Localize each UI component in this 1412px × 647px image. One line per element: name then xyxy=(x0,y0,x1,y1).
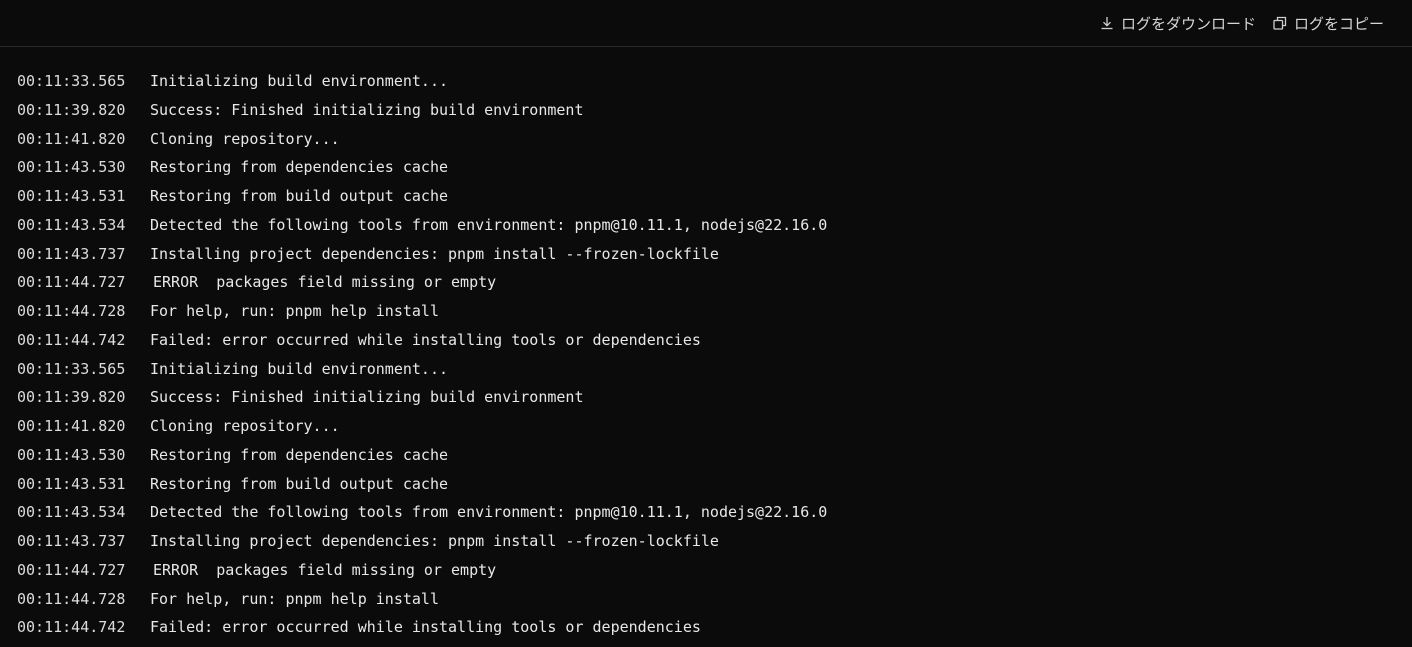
log-message: Restoring from dependencies cache xyxy=(150,445,449,464)
log-line: 00:11:44.742 Failed: error occurred while… xyxy=(0,326,1412,355)
log-message: Installing project dependencies: pnpm in… xyxy=(150,244,719,263)
log-message: Initializing build environment... xyxy=(150,359,449,378)
log-timestamp: 00:11:39.820 xyxy=(17,100,126,119)
log-timestamp: 00:11:43.737 xyxy=(17,532,126,550)
log-message: For help, run: pnpm help install xyxy=(150,302,439,320)
log-message: ERROR packages field missing or empty xyxy=(153,273,497,292)
log-timestamp: 00:11:44.727 xyxy=(17,560,126,579)
log-line: 00:11:43.534 Detected the following tools… xyxy=(0,211,1412,240)
download-icon xyxy=(1099,15,1115,31)
build-log: 00:11:33.565 Initializing build environme… xyxy=(0,67,1412,642)
log-message: Success: Finished initializing build env… xyxy=(150,388,584,407)
download-log-label: ログをダウンロード xyxy=(1121,14,1257,33)
log-line: 00:11:41.820 Cloning repository... xyxy=(0,125,1412,154)
log-timestamp: 00:11:43.737 xyxy=(17,244,126,263)
log-message: Success: Finished initializing build env… xyxy=(150,100,584,119)
log-timestamp: 00:11:43.534 xyxy=(17,503,126,522)
log-line: 00:11:43.737 Installing project dependenc… xyxy=(0,240,1412,269)
log-timestamp: 00:11:43.530 xyxy=(17,158,126,177)
log-timestamp: 00:11:33.565 xyxy=(17,359,126,378)
log-line: 00:11:44.727 ERROR packages field missing… xyxy=(0,556,1412,585)
log-timestamp: 00:11:43.531 xyxy=(17,187,126,205)
log-line: 00:11:43.530 Restoring from dependencies … xyxy=(0,441,1412,470)
log-message: For help, run: pnpm help install xyxy=(150,589,439,608)
log-timestamp: 00:11:33.565 xyxy=(17,72,126,90)
log-toolbar: ログをダウンロード ログをコピー xyxy=(0,0,1412,47)
copy-log-button[interactable]: ログをコピー xyxy=(1272,12,1384,34)
log-timestamp: 00:11:39.820 xyxy=(17,388,126,407)
log-line: 00:11:43.534 Detected the following tools… xyxy=(0,498,1412,527)
log-timestamp: 00:11:43.534 xyxy=(17,215,126,234)
log-timestamp: 00:11:41.820 xyxy=(17,129,126,148)
log-line: 00:11:44.728 For help, run: pnpm help ins… xyxy=(0,585,1412,614)
log-line: 00:11:39.820 Success: Finished initializi… xyxy=(0,383,1412,412)
log-message: Detected the following tools from enviro… xyxy=(150,503,828,522)
download-log-button[interactable]: ログをダウンロード xyxy=(1099,12,1256,34)
log-line: 00:11:43.531 Restoring from build output … xyxy=(0,182,1412,211)
log-timestamp: 00:11:44.728 xyxy=(17,589,126,608)
log-line: 00:11:44.742 Failed: error occurred while… xyxy=(0,613,1412,642)
log-message: ERROR packages field missing or empty xyxy=(153,560,497,579)
log-message: Detected the following tools from enviro… xyxy=(150,215,828,234)
log-message: Restoring from build output cache xyxy=(150,474,449,493)
log-line: 00:11:44.727 ERROR packages field missing… xyxy=(0,268,1412,297)
log-message: Failed: error occurred while installing … xyxy=(150,618,701,637)
log-message: Restoring from dependencies cache xyxy=(150,158,449,177)
log-message: Failed: error occurred while installing … xyxy=(150,330,701,349)
copy-log-label: ログをコピー xyxy=(1294,14,1385,33)
log-message: Cloning repository... xyxy=(150,129,340,148)
log-message: Installing project dependencies: pnpm in… xyxy=(150,532,719,550)
log-line: 00:11:43.530 Restoring from dependencies … xyxy=(0,153,1412,182)
log-timestamp: 00:11:44.727 xyxy=(17,273,126,292)
log-timestamp: 00:11:43.530 xyxy=(17,445,126,464)
log-line: 00:11:39.820 Success: Finished initializi… xyxy=(0,96,1412,125)
log-message: Initializing build environment... xyxy=(150,72,449,90)
copy-icon xyxy=(1272,15,1288,31)
log-line: 00:11:43.737 Installing project dependenc… xyxy=(0,527,1412,556)
log-line: 00:11:33.565 Initializing build environme… xyxy=(0,355,1412,384)
log-line: 00:11:41.820 Cloning repository... xyxy=(0,412,1412,441)
log-line: 00:11:44.728 For help, run: pnpm help ins… xyxy=(0,297,1412,326)
log-timestamp: 00:11:44.742 xyxy=(17,330,126,349)
log-timestamp: 00:11:43.531 xyxy=(17,474,126,493)
log-timestamp: 00:11:41.820 xyxy=(17,417,126,435)
log-message: Restoring from build output cache xyxy=(150,187,449,205)
log-timestamp: 00:11:44.742 xyxy=(17,618,126,637)
log-line: 00:11:43.531 Restoring from build output … xyxy=(0,470,1412,499)
log-line: 00:11:33.565 Initializing build environme… xyxy=(0,67,1412,96)
log-message: Cloning repository... xyxy=(150,417,340,435)
log-timestamp: 00:11:44.728 xyxy=(17,302,126,320)
